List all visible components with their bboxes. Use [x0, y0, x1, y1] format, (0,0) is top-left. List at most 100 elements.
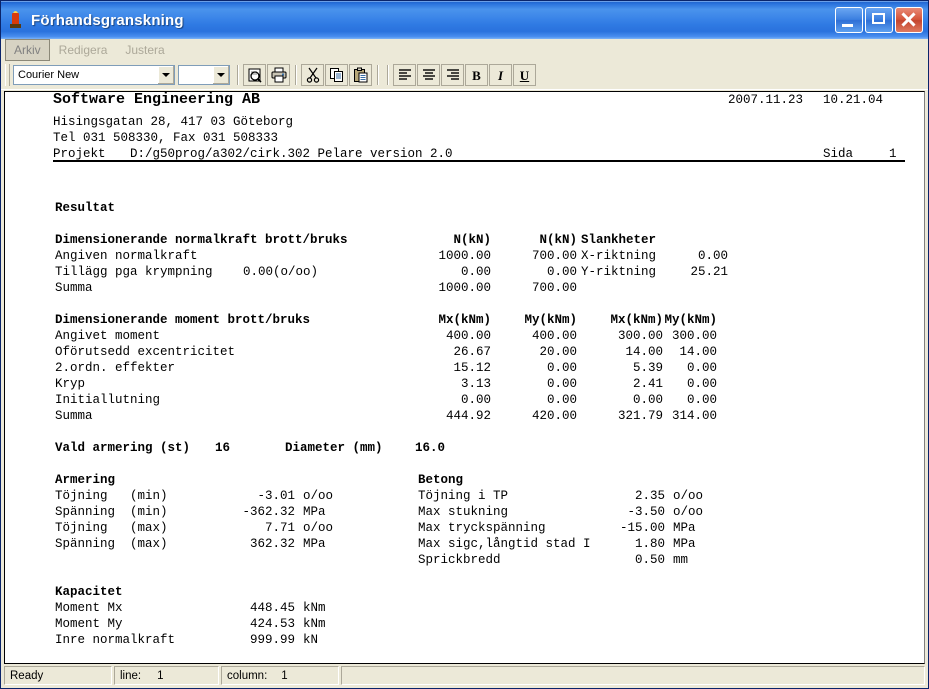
slankheter-title: Slankheter — [581, 233, 657, 247]
print-preview-button[interactable] — [243, 64, 266, 86]
status-line-value: 1 — [157, 669, 164, 682]
table-cell: 1.80 — [634, 537, 665, 551]
align-left-icon — [397, 68, 413, 82]
status-filler — [341, 666, 925, 685]
align-right-button[interactable] — [441, 64, 464, 86]
table-cell: 0.00 — [686, 393, 717, 407]
table-cell: 0.00 — [697, 249, 728, 263]
table-cell: -3.50 — [627, 505, 665, 519]
toolbar-grip[interactable] — [5, 64, 10, 86]
table-cell: 26.67 — [453, 345, 491, 359]
table-row: Moment Mx — [55, 601, 123, 615]
font-name-combo[interactable]: Courier New — [13, 65, 175, 85]
print-preview-icon — [247, 67, 263, 83]
table-row: Max stukning — [418, 505, 509, 519]
table-cell: 700.00 — [531, 249, 577, 263]
menu-item-justera[interactable]: Justera — [116, 39, 173, 61]
table-row: Töjning (max) — [55, 521, 168, 535]
table-cell-unit: o/oo — [303, 489, 334, 503]
table-row: 2.ordn. effekter — [55, 361, 176, 375]
underline-button[interactable]: U — [513, 64, 536, 86]
table-cell: 0.00 — [546, 265, 577, 279]
title-bar: Förhandsgranskning — [1, 1, 928, 39]
window-controls — [835, 7, 923, 33]
vald-armering-count: 16 — [215, 441, 231, 455]
document-surface[interactable]: Software Engineering AB Hisingsgatan 28,… — [4, 91, 925, 664]
table-cell: -362.32 — [242, 505, 295, 519]
table-cell: 0.00 — [686, 361, 717, 375]
table-row: Max sigc,långtid stad I — [418, 537, 591, 551]
print-time: 10.21.04 — [823, 93, 884, 107]
status-bar: Ready line: 1 column: 1 — [1, 664, 928, 688]
paste-button[interactable] — [349, 64, 372, 86]
menu-item-redigera[interactable]: Redigera — [50, 39, 117, 61]
table-cell: 3.13 — [460, 377, 491, 391]
table-cell: 2.35 — [634, 489, 665, 503]
table-cell-unit: MPa — [673, 537, 696, 551]
paste-icon — [353, 67, 369, 83]
moment-col1-header: Mx(kNm) — [438, 313, 491, 327]
moment-col4-header: My(kNm) — [664, 313, 717, 327]
table-cell-unit: MPa — [303, 537, 326, 551]
table-cell-unit: kNm — [303, 617, 326, 631]
table-cell-unit: kNm — [303, 601, 326, 615]
table-row: Inre normalkraft — [55, 633, 176, 647]
table-cell-unit: kN — [303, 633, 319, 647]
bold-button[interactable]: B — [465, 64, 488, 86]
table-row: Sprickbredd — [418, 553, 501, 567]
align-left-button[interactable] — [393, 64, 416, 86]
table-cell: 1000.00 — [438, 281, 491, 295]
table-cell-unit: o/oo — [303, 521, 334, 535]
table-cell: 25.21 — [690, 265, 728, 279]
table-cell-unit: MPa — [303, 505, 326, 519]
align-center-button[interactable] — [417, 64, 440, 86]
normalkraft-col1-header: N(kN) — [453, 233, 491, 247]
print-button[interactable] — [267, 64, 290, 86]
status-line: line: 1 — [114, 666, 219, 685]
table-row: Spänning (min) — [55, 505, 168, 519]
table-row: Summa — [55, 281, 93, 295]
table-cell: 400.00 — [531, 329, 577, 343]
table-cell: 7.71 — [264, 521, 295, 535]
bold-label: B — [472, 67, 481, 83]
table-row: Summa — [55, 409, 93, 423]
company-address: Hisingsgatan 28, 417 03 Göteborg — [53, 115, 294, 129]
table-cell: 14.00 — [679, 345, 717, 359]
table-row: Angiven normalkraft — [55, 249, 198, 263]
cut-button[interactable] — [301, 64, 324, 86]
window-title: Förhandsgranskning — [31, 11, 184, 29]
table-cell: 0.50 — [634, 553, 665, 567]
table-cell: 999.99 — [249, 633, 295, 647]
table-cell: 20.00 — [539, 345, 577, 359]
table-cell: -3.01 — [257, 489, 295, 503]
status-line-label: line: — [120, 669, 142, 682]
table-cell-unit: o/oo — [673, 489, 704, 503]
print-date: 2007.11.23 — [728, 93, 804, 107]
table-cell: -15.00 — [619, 521, 665, 535]
font-size-combo[interactable] — [178, 65, 230, 85]
menu-item-arkiv[interactable]: Arkiv — [5, 39, 50, 61]
toolbar-separator — [377, 65, 379, 85]
chevron-down-icon[interactable] — [157, 66, 174, 84]
chevron-down-icon[interactable] — [212, 66, 229, 84]
table-row: X-riktning — [581, 249, 657, 263]
align-center-icon — [421, 68, 437, 82]
table-cell: 15.12 — [453, 361, 491, 375]
status-column-value: 1 — [281, 669, 288, 682]
table-row: Oförutsedd excentricitet — [55, 345, 236, 359]
table-row: Moment My — [55, 617, 123, 631]
table-cell: 420.00 — [531, 409, 577, 423]
italic-label: I — [497, 67, 504, 83]
document-client-area: Software Engineering AB Hisingsgatan 28,… — [1, 90, 928, 664]
italic-button[interactable]: I — [489, 64, 512, 86]
close-button[interactable] — [895, 7, 923, 33]
normalkraft-title: Dimensionerande normalkraft brott/bruks — [55, 233, 348, 247]
print-icon — [271, 67, 287, 83]
maximize-button[interactable] — [865, 7, 893, 33]
minimize-button[interactable] — [835, 7, 863, 33]
copy-button[interactable] — [325, 64, 348, 86]
kapacitet-title: Kapacitet — [55, 585, 123, 599]
table-row: Spänning (max) — [55, 537, 168, 551]
table-row: Angivet moment — [55, 329, 161, 343]
status-column: column: 1 — [221, 666, 339, 685]
